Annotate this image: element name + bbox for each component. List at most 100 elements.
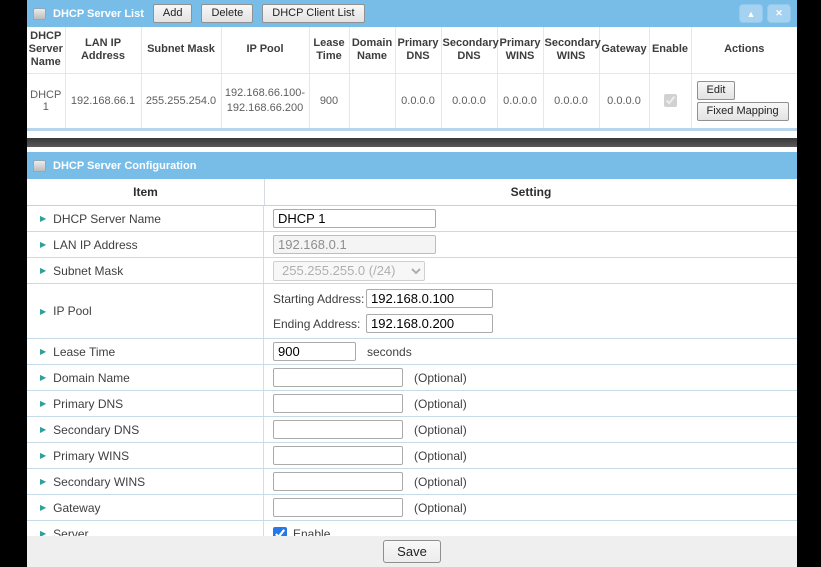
- row-label: Subnet Mask: [53, 264, 123, 278]
- table-row: DHCP 1 192.168.66.1 255.255.254.0 192.16…: [27, 73, 797, 129]
- row-arrow-icon: ▶: [40, 477, 46, 486]
- config-row-primary-wins: ▶ Primary WINS (Optional): [27, 443, 797, 469]
- cell-lease-time: 900: [309, 73, 349, 129]
- dhcp-server-configuration-header: DHCP Server Configuration: [27, 152, 797, 179]
- col-enable: Enable: [649, 27, 691, 73]
- row-arrow-icon: ▶: [40, 347, 46, 356]
- ending-address-label: Ending Address:: [273, 317, 366, 331]
- lease-time-unit: seconds: [367, 345, 412, 359]
- optional-hint: (Optional): [414, 449, 467, 463]
- panel-window-icon: [33, 160, 46, 172]
- col-lan-ip-address: LAN IP Address: [65, 27, 141, 73]
- secondary-dns-input[interactable]: [273, 420, 403, 439]
- row-label: IP Pool: [53, 304, 91, 318]
- row-label: Primary DNS: [53, 397, 123, 411]
- ip-pool-start: 192.168.66.100-: [224, 86, 307, 101]
- screen: DHCP Server List Add Delete DHCP Client …: [0, 0, 821, 567]
- col-domain-name: Domain Name: [349, 27, 395, 73]
- dhcp-client-list-button[interactable]: DHCP Client List: [262, 4, 364, 23]
- row-label: Primary WINS: [53, 449, 129, 463]
- lan-ip-input: [273, 235, 436, 254]
- starting-address-label: Starting Address:: [273, 292, 366, 306]
- close-icon[interactable]: ✕: [767, 4, 791, 23]
- cell-subnet-mask: 255.255.254.0: [141, 73, 221, 129]
- row-enable-checkbox: [664, 94, 677, 107]
- config-footer: Save: [27, 536, 797, 567]
- edit-button[interactable]: Edit: [697, 81, 736, 100]
- config-row-lan-ip-address: ▶ LAN IP Address: [27, 232, 797, 258]
- cell-secondary-wins: 0.0.0.0: [543, 73, 599, 129]
- optional-hint: (Optional): [414, 501, 467, 515]
- row-arrow-icon: ▶: [40, 240, 46, 249]
- col-ip-pool: IP Pool: [221, 27, 309, 73]
- cell-primary-wins: 0.0.0.0: [497, 73, 543, 129]
- primary-wins-input[interactable]: [273, 446, 403, 465]
- cell-actions: Edit Fixed Mapping: [691, 73, 797, 129]
- dhcp-server-list-header: DHCP Server List Add Delete DHCP Client …: [27, 0, 797, 27]
- cell-enable: [649, 73, 691, 129]
- row-label: Domain Name: [53, 371, 130, 385]
- add-button[interactable]: Add: [153, 4, 193, 23]
- setting-column-header: Setting: [265, 185, 797, 199]
- primary-dns-input[interactable]: [273, 394, 403, 413]
- col-gateway: Gateway: [599, 27, 649, 73]
- dhcp-server-name-input[interactable]: [273, 209, 436, 228]
- config-table-header: Item Setting: [27, 179, 797, 206]
- ip-pool-start-input[interactable]: [366, 289, 493, 308]
- subnet-mask-select: 255.255.255.0 (/24): [273, 261, 425, 281]
- ip-pool-end-input[interactable]: [366, 314, 493, 333]
- row-label: Gateway: [53, 501, 100, 515]
- optional-hint: (Optional): [414, 371, 467, 385]
- config-row-dhcp-server-name: ▶ DHCP Server Name: [27, 206, 797, 232]
- cell-domain-name: [349, 73, 395, 129]
- config-row-subnet-mask: ▶ Subnet Mask 255.255.255.0 (/24): [27, 258, 797, 284]
- row-arrow-icon: ▶: [40, 399, 46, 408]
- row-arrow-icon: ▶: [40, 266, 46, 275]
- gateway-input[interactable]: [273, 498, 403, 517]
- section-divider: [27, 138, 797, 147]
- col-dhcp-server-name: DHCP Server Name: [27, 27, 65, 73]
- config-row-ip-pool: ▶ IP Pool Starting Address: Ending Addre…: [27, 284, 797, 339]
- domain-name-input[interactable]: [273, 368, 403, 387]
- cell-secondary-dns: 0.0.0.0: [441, 73, 497, 129]
- fixed-mapping-button[interactable]: Fixed Mapping: [697, 102, 789, 121]
- col-lease-time: Lease Time: [309, 27, 349, 73]
- lease-time-input[interactable]: [273, 342, 356, 361]
- col-subnet-mask: Subnet Mask: [141, 27, 221, 73]
- row-arrow-icon: ▶: [40, 214, 46, 223]
- dhcp-server-configuration-panel: DHCP Server Configuration Item Setting ▶…: [27, 152, 797, 567]
- col-primary-dns: Primary DNS: [395, 27, 441, 73]
- row-label: DHCP Server Name: [53, 212, 161, 226]
- cell-ip-pool: 192.168.66.100- 192.168.66.200: [221, 73, 309, 129]
- item-column-header: Item: [27, 179, 265, 205]
- dhcp-server-configuration-title: DHCP Server Configuration: [53, 160, 196, 172]
- ip-pool-end: 192.168.66.200: [224, 101, 307, 116]
- table-header-row: DHCP Server Name LAN IP Address Subnet M…: [27, 27, 797, 73]
- dhcp-server-list-title: DHCP Server List: [53, 8, 144, 20]
- col-secondary-wins: Secondary WINS: [543, 27, 599, 73]
- config-row-gateway: ▶ Gateway (Optional): [27, 495, 797, 521]
- optional-hint: (Optional): [414, 475, 467, 489]
- panel-window-icon: [33, 8, 46, 20]
- row-label: Lease Time: [53, 345, 115, 359]
- optional-hint: (Optional): [414, 397, 467, 411]
- config-row-secondary-dns: ▶ Secondary DNS (Optional): [27, 417, 797, 443]
- cell-lan-ip: 192.168.66.1: [65, 73, 141, 129]
- row-arrow-icon: ▶: [40, 373, 46, 382]
- secondary-wins-input[interactable]: [273, 472, 403, 491]
- window-controls: ▲ ✕: [739, 4, 791, 23]
- cell-server-name: DHCP 1: [27, 73, 65, 129]
- save-button[interactable]: Save: [383, 540, 441, 563]
- config-row-primary-dns: ▶ Primary DNS (Optional): [27, 391, 797, 417]
- dhcp-server-list-panel: DHCP Server List Add Delete DHCP Client …: [27, 0, 797, 131]
- config-row-domain-name: ▶ Domain Name (Optional): [27, 365, 797, 391]
- delete-button[interactable]: Delete: [201, 4, 253, 23]
- config-row-secondary-wins: ▶ Secondary WINS (Optional): [27, 469, 797, 495]
- row-label: Secondary DNS: [53, 423, 139, 437]
- row-arrow-icon: ▶: [40, 307, 46, 316]
- row-arrow-icon: ▶: [40, 451, 46, 460]
- col-actions: Actions: [691, 27, 797, 73]
- dhcp-server-list-table: DHCP Server Name LAN IP Address Subnet M…: [27, 27, 797, 131]
- collapse-icon[interactable]: ▲: [739, 4, 763, 23]
- optional-hint: (Optional): [414, 423, 467, 437]
